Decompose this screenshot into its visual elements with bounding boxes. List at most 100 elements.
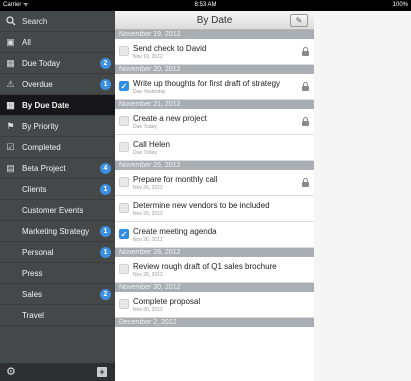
task-title: Prepare for monthly call bbox=[133, 175, 218, 184]
sidebar-item-label: All bbox=[22, 38, 31, 47]
task-row[interactable]: ✓ Write up thoughts for first draft of st… bbox=[115, 74, 314, 100]
task-title: Determine new vendors to be included bbox=[133, 201, 270, 210]
task-row[interactable]: ✓ Create meeting agenda Nov 26, 2012 bbox=[115, 222, 314, 248]
lock-icon bbox=[302, 117, 309, 126]
page-title: By Date bbox=[196, 15, 233, 26]
date-section-header: November 26, 2012 bbox=[115, 161, 314, 170]
count-badge: 2 bbox=[100, 289, 111, 300]
task-due-date: Nov 19, 2012 bbox=[133, 54, 163, 60]
task-checkbox[interactable] bbox=[119, 299, 129, 309]
sidebar-item-label: Overdue bbox=[22, 80, 53, 89]
date-section-header: November 19, 2012 bbox=[115, 30, 314, 39]
sidebar-item-label: Marketing Strategy bbox=[22, 227, 90, 236]
clock: 8:53 AM bbox=[194, 2, 217, 8]
search-icon bbox=[5, 16, 16, 27]
task-due-date: Nov 28, 2012 bbox=[133, 272, 163, 278]
gear-icon[interactable]: ⚙ bbox=[6, 366, 16, 378]
count-badge: 2 bbox=[100, 58, 111, 69]
date-section-header: November 20, 2012 bbox=[115, 65, 314, 74]
sidebar-item-label: Completed bbox=[22, 143, 61, 152]
sidebar-item[interactable]: Travel bbox=[0, 305, 115, 326]
task-checkbox[interactable]: ✓ bbox=[119, 229, 129, 239]
search-label: Search bbox=[22, 17, 48, 26]
count-badge: 1 bbox=[100, 79, 111, 90]
folder-icon: ▤ bbox=[6, 163, 15, 173]
count-badge: 4 bbox=[100, 163, 111, 174]
sidebar-item-label: Customer Events bbox=[22, 206, 84, 215]
task-checkbox[interactable] bbox=[119, 116, 129, 126]
task-due-date: Due Yesterday bbox=[133, 89, 166, 95]
task-due-date: Due Today bbox=[133, 124, 157, 130]
count-badge: 1 bbox=[100, 247, 111, 258]
sidebar: Search ▣ All ▦ Due Today 2 ⚠ Overdue 1 ▦ By Due D… bbox=[0, 11, 115, 381]
task-due-date: Nov 26, 2012 bbox=[133, 211, 163, 217]
task-row[interactable]: Send check to David Nov 19, 2012 bbox=[115, 39, 314, 65]
task-title: Send check to David bbox=[133, 44, 207, 53]
sidebar-item-label: Press bbox=[22, 269, 43, 278]
task-row[interactable]: Determine new vendors to be included Nov … bbox=[115, 196, 314, 222]
sidebar-item[interactable]: ⚠ Overdue 1 bbox=[0, 74, 115, 95]
sidebar-item[interactable]: Customer Events bbox=[0, 200, 115, 221]
date-section-header: November 30, 2012 bbox=[115, 283, 314, 292]
sidebar-item[interactable]: Clients 1 bbox=[0, 179, 115, 200]
task-due-date: Due Today bbox=[133, 150, 157, 156]
task-due-date: Nov 30, 2012 bbox=[133, 307, 163, 313]
task-row[interactable]: Create a new project Due Today bbox=[115, 109, 314, 135]
task-row[interactable]: Prepare for monthly call Nov 26, 2012 bbox=[115, 170, 314, 196]
sidebar-item-label: Sales bbox=[22, 290, 43, 299]
search-field[interactable]: Search bbox=[0, 11, 115, 32]
sidebar-item[interactable]: Personal 1 bbox=[0, 242, 115, 263]
date-section-header: December 2, 2012 bbox=[115, 318, 314, 327]
sidebar-item[interactable]: ☑ Completed bbox=[0, 137, 115, 158]
task-checkbox[interactable]: ✓ bbox=[119, 81, 129, 91]
sidebar-item-label: By Priority bbox=[22, 122, 59, 131]
task-title: Create a new project bbox=[133, 114, 207, 123]
task-title: Write up thoughts for first draft of str… bbox=[133, 79, 281, 88]
content-background bbox=[314, 11, 411, 381]
task-title: Call Helen bbox=[133, 140, 170, 149]
sidebar-item[interactable]: ▤ Beta Project 4 bbox=[0, 158, 115, 179]
calendar-icon: ▦ bbox=[6, 100, 15, 110]
panel-header: By Date ✎ bbox=[115, 11, 314, 30]
task-row[interactable]: Call Helen Due Today bbox=[115, 135, 314, 161]
task-checkbox[interactable] bbox=[119, 142, 129, 152]
flag-icon: ⚑ bbox=[6, 121, 15, 131]
sidebar-item[interactable]: ▣ All bbox=[0, 32, 115, 53]
sidebar-footer: ⚙ + bbox=[0, 363, 115, 381]
date-section-header: November 28, 2012 bbox=[115, 248, 314, 257]
task-title: Complete proposal bbox=[133, 297, 201, 306]
sidebar-item-label: Travel bbox=[22, 311, 44, 320]
sidebar-item[interactable]: Press bbox=[0, 263, 115, 284]
lock-icon bbox=[302, 47, 309, 56]
sidebar-item[interactable]: ▦ By Due Date bbox=[0, 95, 115, 116]
task-row[interactable]: Complete proposal Nov 30, 2012 bbox=[115, 292, 314, 318]
sidebar-item[interactable]: ⚑ By Priority bbox=[0, 116, 115, 137]
task-title: Create meeting agenda bbox=[133, 227, 217, 236]
lock-icon bbox=[302, 82, 309, 91]
warning-icon: ⚠ bbox=[6, 79, 15, 89]
compose-button[interactable]: ✎ bbox=[290, 14, 308, 27]
sidebar-item-label: Due Today bbox=[22, 59, 61, 68]
sidebar-item-label: Beta Project bbox=[22, 164, 66, 173]
add-project-button[interactable]: + bbox=[97, 367, 107, 377]
sidebar-item[interactable]: Sales 2 bbox=[0, 284, 115, 305]
task-list-panel: By Date ✎ November 19, 2012 Send check to… bbox=[115, 11, 314, 381]
task-title: Review rough draft of Q1 sales brochure bbox=[133, 262, 277, 271]
count-badge: 1 bbox=[100, 226, 111, 237]
sidebar-item[interactable]: ▦ Due Today 2 bbox=[0, 53, 115, 74]
task-checkbox[interactable] bbox=[119, 264, 129, 274]
inbox-icon: ▣ bbox=[6, 37, 15, 47]
sidebar-item-label: Clients bbox=[22, 185, 47, 194]
task-due-date: Nov 26, 2012 bbox=[133, 185, 163, 191]
status-bar: Carrier ᯤ 8:53 AM 100% bbox=[0, 0, 411, 11]
count-badge: 1 bbox=[100, 184, 111, 195]
task-checkbox[interactable] bbox=[119, 203, 129, 213]
battery-level: 100% bbox=[392, 2, 408, 8]
task-row[interactable]: Review rough draft of Q1 sales brochure N… bbox=[115, 257, 314, 283]
compose-icon: ✎ bbox=[295, 16, 303, 25]
task-checkbox[interactable] bbox=[119, 177, 129, 187]
task-checkbox[interactable] bbox=[119, 46, 129, 56]
sidebar-item-label: By Due Date bbox=[22, 101, 70, 110]
sidebar-item[interactable]: Marketing Strategy 1 bbox=[0, 221, 115, 242]
sidebar-item-label: Personal bbox=[22, 248, 54, 257]
